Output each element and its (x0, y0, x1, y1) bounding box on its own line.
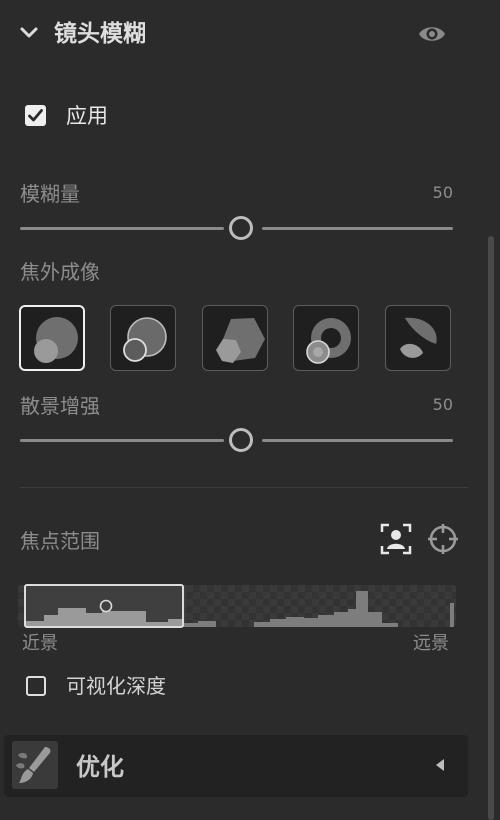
bokeh-circle-icon (34, 317, 78, 363)
optimize-panel-header[interactable] (4, 735, 468, 797)
bokeh-ring-icon (306, 318, 351, 364)
near-label: 近景 (22, 633, 58, 654)
brush-icon (12, 741, 58, 789)
apply-label: 应用 (66, 104, 108, 128)
focus-range-label: 焦点范围 (20, 529, 100, 553)
bokeh-ring-button[interactable] (293, 305, 359, 371)
person-focus-icon[interactable] (380, 523, 412, 555)
blur-amount-label: 模糊量 (20, 182, 80, 206)
far-label: 远景 (413, 633, 449, 654)
visualize-depth-label: 可视化深度 (66, 674, 166, 698)
eye-icon[interactable] (417, 22, 447, 46)
boost-label: 散景增强 (20, 394, 100, 418)
crosshair-icon[interactable] (427, 523, 459, 555)
section-divider (20, 487, 468, 488)
chevron-down-icon[interactable] (18, 22, 40, 44)
optimize-panel-title: 优化 (76, 753, 124, 781)
visualize-depth-checkbox[interactable] (26, 676, 46, 696)
panel-scrollbar[interactable] (488, 236, 494, 820)
bokeh-bubble-icon (123, 317, 167, 362)
panel-title: 镜头模糊 (54, 21, 146, 47)
slider-track-right (262, 227, 453, 230)
blur-amount-value: 50 (432, 183, 453, 202)
bokeh-circle-button[interactable] (19, 305, 85, 371)
bokeh-cat-eye-button[interactable] (385, 305, 451, 371)
slider-track-right (262, 439, 453, 442)
boost-thumb[interactable] (229, 428, 253, 452)
slider-track-left (20, 439, 224, 442)
bokeh-polygon-button[interactable] (202, 305, 268, 371)
bokeh-label: 焦外成像 (20, 260, 100, 284)
blur-amount-thumb[interactable] (229, 216, 253, 240)
bokeh-cat-eye-icon (400, 317, 437, 358)
bokeh-polygon-icon (216, 318, 265, 363)
apply-checkbox[interactable] (25, 105, 46, 126)
expand-caret-icon[interactable] (436, 759, 444, 771)
checkmark-icon (28, 109, 43, 122)
focus-range-selector[interactable] (24, 584, 184, 628)
bokeh-bubble-button[interactable] (110, 305, 176, 371)
boost-value: 50 (432, 395, 453, 414)
slider-track-left (20, 227, 224, 230)
